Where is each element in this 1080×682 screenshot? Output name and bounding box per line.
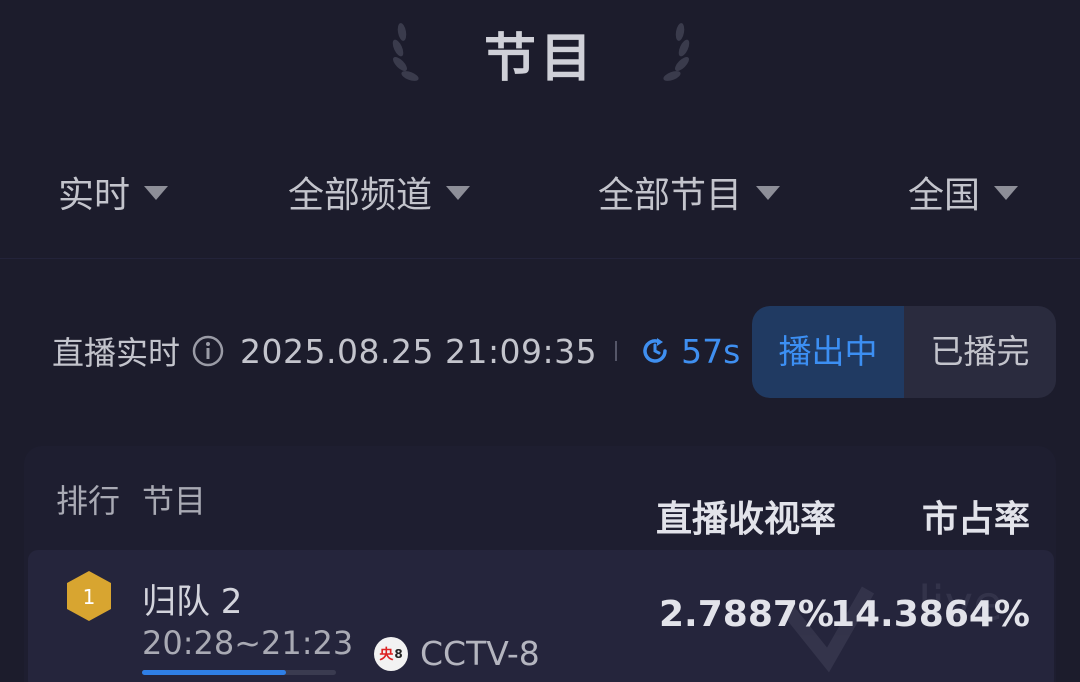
table-row[interactable]: live 1 归队 2 20:28~21:23 央8 CCTV-8 2.7887…	[28, 550, 1054, 682]
refresh-countdown: 57s	[681, 331, 741, 371]
caret-down-icon	[446, 186, 471, 200]
filter-label: 全部节目	[598, 175, 743, 216]
rating-value: 2.7887%	[659, 594, 834, 635]
filter-time-dropdown[interactable]: 实时	[58, 162, 169, 222]
filter-label: 全部频道	[288, 175, 433, 216]
separator	[615, 341, 618, 361]
filter-region-dropdown[interactable]: 全国	[908, 162, 1019, 222]
laurel-right-icon	[663, 23, 690, 81]
column-header-share[interactable]: 市占率	[922, 490, 1030, 542]
share-value: 14.3864%	[829, 594, 1030, 635]
status-row: 直播实时 2025.08.25 21:09:35 57s	[52, 320, 740, 382]
info-icon[interactable]	[192, 335, 224, 367]
page-header: 节目	[0, 8, 1080, 89]
live-label: 直播实时	[52, 334, 181, 372]
program-ranking-page: 节目 实时 全部频道 全部节目 全国 直播实时 2025.08.25 21:09…	[0, 0, 1080, 682]
program-progress-fill	[142, 670, 286, 675]
column-header-rank: 排行	[56, 482, 121, 520]
toggle-finished[interactable]: 已播完	[904, 306, 1056, 398]
caret-down-icon	[144, 186, 169, 200]
column-header-rating[interactable]: 直播收视率	[656, 490, 836, 542]
page-title: 节目	[483, 29, 596, 89]
column-header-program: 节目	[142, 482, 207, 520]
section-divider	[0, 258, 1080, 259]
update-datetime: 2025.08.25 21:09:35	[240, 331, 598, 371]
refresh-icon[interactable]	[639, 335, 671, 367]
rank-gold-badge-icon: 1	[67, 571, 111, 621]
channel-logo-number: 8	[394, 646, 403, 661]
ranking-table: 排行 节目 直播收视率 市占率 live 1 归队 2 20:28~21:23 …	[24, 446, 1056, 682]
broadcast-status-toggle: 播出中 已播完	[752, 306, 1056, 398]
caret-down-icon	[756, 186, 781, 200]
channel-logo-char: 央	[379, 646, 394, 663]
program-title: 归队 2	[142, 582, 243, 622]
channel-name: CCTV-8	[420, 634, 540, 673]
filter-bar: 实时 全部频道 全部节目 全国	[0, 162, 1080, 222]
program-time: 20:28~21:23	[142, 624, 354, 662]
filter-label: 实时	[58, 175, 131, 216]
channel-info: 央8 CCTV-8	[374, 634, 540, 673]
channel-logo-icon: 央8	[374, 636, 408, 671]
table-header: 排行 节目 直播收视率 市占率	[24, 446, 1056, 546]
caret-down-icon	[994, 186, 1019, 200]
filter-label: 全国	[908, 175, 981, 216]
rank-number: 1	[83, 585, 96, 609]
filter-channel-dropdown[interactable]: 全部频道	[288, 162, 471, 222]
filter-program-dropdown[interactable]: 全部节目	[598, 162, 781, 222]
program-progress-bar	[142, 670, 336, 675]
toggle-airing[interactable]: 播出中	[752, 306, 904, 398]
